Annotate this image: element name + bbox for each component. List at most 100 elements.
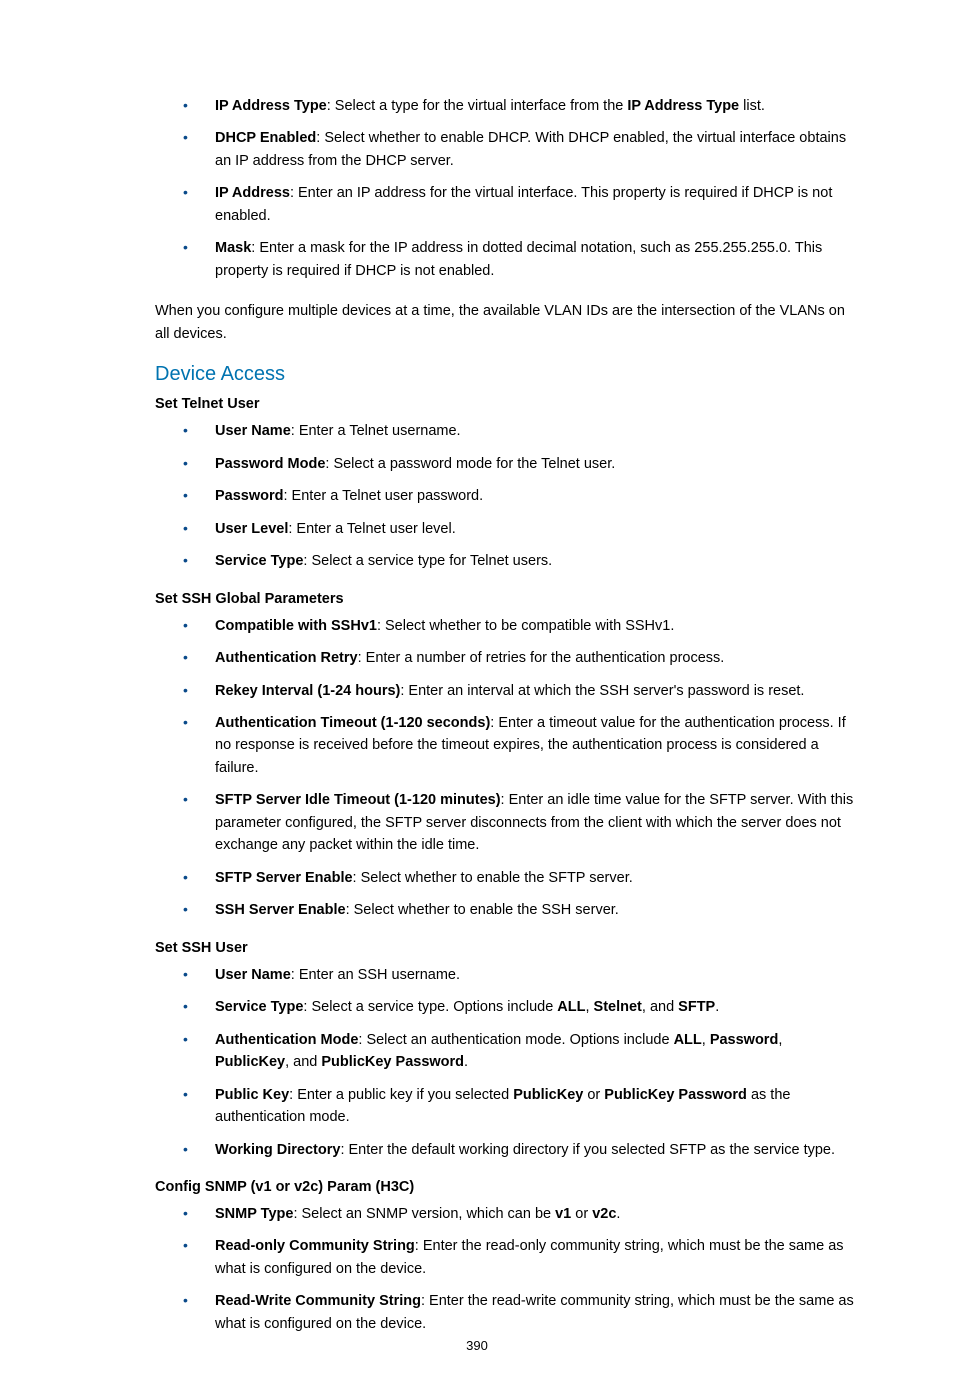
- term: Compatible with SSHv1: [215, 618, 377, 634]
- term: User Name: [215, 423, 291, 439]
- text: .: [715, 999, 719, 1015]
- term: Service Type: [215, 553, 303, 569]
- text: : Enter the default working directory if…: [340, 1142, 835, 1158]
- text: : Select a service type for Telnet users…: [303, 553, 552, 569]
- text: ,: [702, 1032, 710, 1048]
- list-item: Authentication Mode: Select an authentic…: [155, 1029, 854, 1074]
- text: .: [464, 1054, 468, 1070]
- term: Mask: [215, 240, 251, 256]
- list-item: Working Directory: Enter the default wor…: [155, 1139, 854, 1161]
- term: SSH Server Enable: [215, 902, 346, 918]
- text: : Select a type for the virtual interfac…: [327, 98, 628, 114]
- opt: v1: [555, 1206, 571, 1222]
- list-item: Password Mode: Select a password mode fo…: [155, 453, 854, 475]
- opt: Stelnet: [594, 999, 642, 1015]
- term: Service Type: [215, 999, 303, 1015]
- list-item: Public Key: Enter a public key if you se…: [155, 1084, 854, 1129]
- list-item: Service Type: Select a service type for …: [155, 550, 854, 572]
- text: ,: [778, 1032, 782, 1048]
- text: : Select whether to enable the SFTP serv…: [353, 870, 633, 886]
- text: : Select a service type. Options include: [303, 999, 557, 1015]
- ip-settings-list: IP Address Type: Select a type for the v…: [155, 95, 854, 282]
- ssh-global-list: Compatible with SSHv1: Select whether to…: [155, 615, 854, 922]
- config-snmp-heading: Config SNMP (v1 or v2c) Param (H3C): [155, 1179, 854, 1195]
- list-item: DHCP Enabled: Select whether to enable D…: [155, 127, 854, 172]
- opt: PublicKey: [513, 1087, 583, 1103]
- text: : Enter a Telnet username.: [291, 423, 461, 439]
- term: IP Address Type: [215, 98, 327, 114]
- opt: PublicKey: [215, 1054, 285, 1070]
- text: or: [583, 1087, 604, 1103]
- term: SFTP Server Enable: [215, 870, 353, 886]
- page-number: 390: [0, 1338, 954, 1353]
- term: Read-only Community String: [215, 1238, 415, 1254]
- text: .: [616, 1206, 620, 1222]
- text: : Enter a number of retries for the auth…: [358, 650, 725, 666]
- list-item: Read-Write Community String: Enter the r…: [155, 1290, 854, 1335]
- text: : Enter a mask for the IP address in dot…: [215, 240, 822, 278]
- list-item: IP Address Type: Select a type for the v…: [155, 95, 854, 117]
- term: User Name: [215, 967, 291, 983]
- text: ,: [585, 999, 593, 1015]
- list-item: User Name: Enter an SSH username.: [155, 964, 854, 986]
- term: Password: [215, 488, 284, 504]
- list-item: SSH Server Enable: Select whether to ena…: [155, 899, 854, 921]
- set-telnet-user-heading: Set Telnet User: [155, 396, 854, 412]
- term: DHCP Enabled: [215, 130, 316, 146]
- list-item: Mask: Enter a mask for the IP address in…: [155, 237, 854, 282]
- text: : Enter a Telnet user password.: [284, 488, 484, 504]
- text: : Select whether to enable the SSH serve…: [346, 902, 619, 918]
- snmp-list: SNMP Type: Select an SNMP version, which…: [155, 1203, 854, 1335]
- term: Rekey Interval (1-24 hours): [215, 683, 400, 699]
- term: Password Mode: [215, 456, 325, 472]
- term: Working Directory: [215, 1142, 340, 1158]
- list-item: Password: Enter a Telnet user password.: [155, 485, 854, 507]
- list-item: IP Address: Enter an IP address for the …: [155, 182, 854, 227]
- term: User Level: [215, 521, 288, 537]
- term: IP Address Type: [627, 98, 739, 114]
- term: Authentication Retry: [215, 650, 358, 666]
- text: : Select whether to be compatible with S…: [377, 618, 674, 634]
- text: : Enter a Telnet user level.: [288, 521, 455, 537]
- list-item: Authentication Timeout (1-120 seconds): …: [155, 712, 854, 779]
- opt: PublicKey Password: [321, 1054, 464, 1070]
- opt: PublicKey Password: [604, 1087, 747, 1103]
- set-ssh-global-heading: Set SSH Global Parameters: [155, 591, 854, 607]
- text: : Enter a public key if you selected: [289, 1087, 513, 1103]
- text: : Enter an IP address for the virtual in…: [215, 185, 832, 223]
- opt: v2c: [592, 1206, 616, 1222]
- telnet-list: User Name: Enter a Telnet username. Pass…: [155, 420, 854, 572]
- text: , and: [285, 1054, 321, 1070]
- opt: Password: [710, 1032, 779, 1048]
- text: list.: [739, 98, 765, 114]
- device-access-heading: Device Access: [155, 363, 854, 386]
- list-item: SFTP Server Enable: Select whether to en…: [155, 867, 854, 889]
- text: : Select an SNMP version, which can be: [293, 1206, 555, 1222]
- opt: ALL: [674, 1032, 702, 1048]
- list-item: User Level: Enter a Telnet user level.: [155, 518, 854, 540]
- term: Authentication Timeout (1-120 seconds): [215, 715, 490, 731]
- list-item: Rekey Interval (1-24 hours): Enter an in…: [155, 680, 854, 702]
- text: or: [571, 1206, 592, 1222]
- text: : Enter an SSH username.: [291, 967, 460, 983]
- list-item: Authentication Retry: Enter a number of …: [155, 647, 854, 669]
- list-item: SNMP Type: Select an SNMP version, which…: [155, 1203, 854, 1225]
- text: : Select an authentication mode. Options…: [358, 1032, 673, 1048]
- opt: SFTP: [678, 999, 715, 1015]
- text: : Enter an interval at which the SSH ser…: [400, 683, 804, 699]
- list-item: Compatible with SSHv1: Select whether to…: [155, 615, 854, 637]
- set-ssh-user-heading: Set SSH User: [155, 940, 854, 956]
- text: , and: [642, 999, 678, 1015]
- opt: ALL: [557, 999, 585, 1015]
- ssh-user-list: User Name: Enter an SSH username. Servic…: [155, 964, 854, 1161]
- list-item: User Name: Enter a Telnet username.: [155, 420, 854, 442]
- term: SNMP Type: [215, 1206, 293, 1222]
- vlan-note: When you configure multiple devices at a…: [155, 300, 854, 345]
- term: Public Key: [215, 1087, 289, 1103]
- list-item: Read-only Community String: Enter the re…: [155, 1235, 854, 1280]
- term: Authentication Mode: [215, 1032, 358, 1048]
- text: : Select a password mode for the Telnet …: [325, 456, 615, 472]
- list-item: SFTP Server Idle Timeout (1-120 minutes)…: [155, 789, 854, 856]
- term: SFTP Server Idle Timeout (1-120 minutes): [215, 792, 501, 808]
- term: IP Address: [215, 185, 290, 201]
